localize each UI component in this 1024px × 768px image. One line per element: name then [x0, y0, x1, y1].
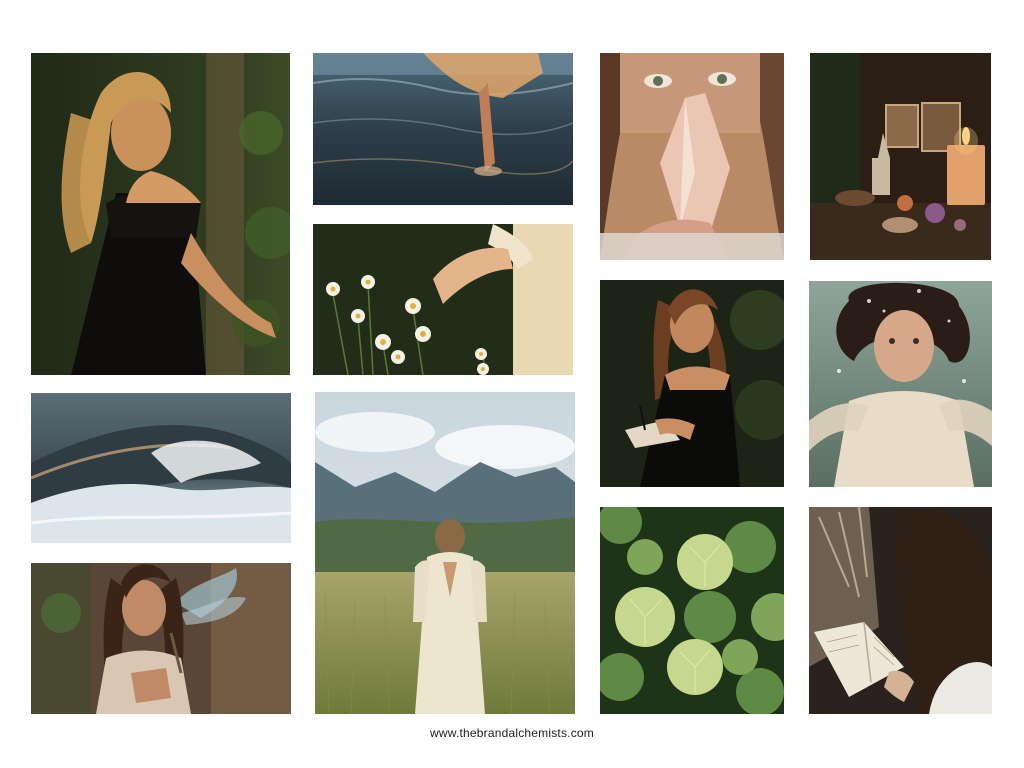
- woman-journaling-photo: [600, 280, 784, 487]
- woman-reading-book-photo: [809, 507, 992, 714]
- woman-underwater-photo: [809, 281, 992, 487]
- feet-in-water-photo: [313, 53, 573, 205]
- woman-black-dress-ivy-photo: [31, 53, 290, 375]
- hand-picking-daisies-photo: [313, 224, 573, 375]
- woman-smoke-cleansing-photo: [31, 563, 291, 714]
- woman-holding-crystal-photo: [600, 53, 784, 260]
- candle-altar-photo: [810, 53, 991, 260]
- woman-mountain-meadow-photo: [315, 392, 575, 714]
- green-leaves-photo: [600, 507, 784, 714]
- ocean-wave-photo: [31, 393, 291, 543]
- website-footer[interactable]: www.thebrandalchemists.com: [0, 726, 1024, 740]
